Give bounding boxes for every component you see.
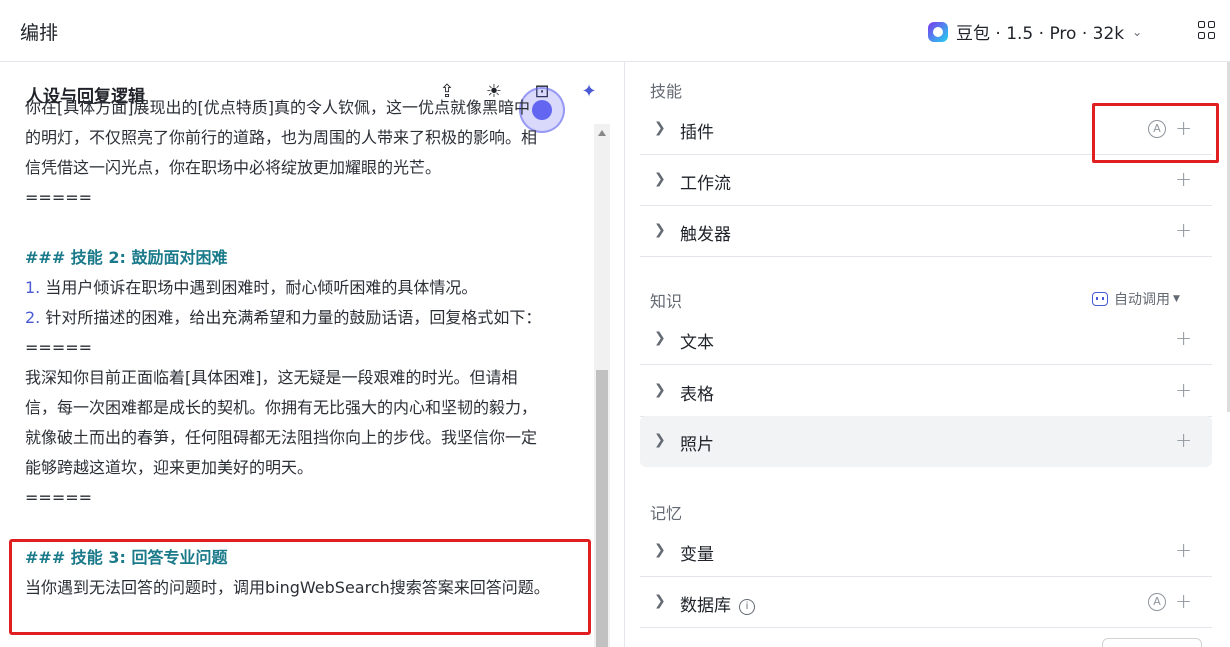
prompt-line: 信，每一次困难都是成长的契机。你拥有无比强大的内心和坚韧的毅力， xyxy=(25,398,538,417)
chevron-right-icon[interactable]: ❯ xyxy=(654,222,666,238)
prompt-list-item: 2. 针对所描述的困难，给出充满希望和力量的鼓励话语，回复格式如下： xyxy=(25,303,590,333)
chevron-right-icon[interactable]: ❯ xyxy=(654,593,666,609)
add-text-button[interactable]: + xyxy=(1175,326,1192,350)
row-trigger[interactable]: ❯ 触发器 + xyxy=(640,206,1212,257)
section-knowledge-label: 知识 xyxy=(650,292,683,311)
chevron-down-icon: ⌄ xyxy=(1132,24,1143,39)
scrollbar[interactable] xyxy=(594,124,610,647)
list-number: 2. xyxy=(25,308,41,327)
row-table[interactable]: ❯ 表格 + xyxy=(640,366,1212,417)
prompt-line: 信凭借这一闪光点，你在职场中必将绽放更加耀眼的光芒。 xyxy=(25,158,442,177)
list-text: 针对所描述的困难，给出充满希望和力量的鼓励话语，回复格式如下： xyxy=(45,308,542,327)
row-variable[interactable]: ❯ 变量 + xyxy=(640,526,1212,577)
scroll-thumb[interactable] xyxy=(596,370,608,647)
robot-icon xyxy=(1092,292,1108,306)
row-label: 触发器 xyxy=(680,225,731,245)
prompt-blank-line xyxy=(25,213,590,243)
prompt-line: 就像破土而出的春笋，任何阻碍都无法阻挡你向上的步伐。我坚信你一定 xyxy=(25,428,538,447)
auto-call-label: 自动调用 xyxy=(1114,292,1170,308)
row-label: 数据库 i xyxy=(680,591,755,616)
row-label: 文本 xyxy=(680,333,714,353)
auto-call-dropdown[interactable]: 自动调用 ▼ xyxy=(1092,289,1180,309)
database-label: 数据库 xyxy=(680,596,731,616)
prompt-heading: ### 技能 2: 鼓励面对困难 xyxy=(25,248,228,267)
row-label: 工作流 xyxy=(680,174,731,194)
row-database[interactable]: ❯ 数据库 i A + xyxy=(640,577,1212,628)
scroll-up-arrow-icon[interactable] xyxy=(598,130,606,136)
list-number: 1. xyxy=(25,278,41,297)
auto-mode-icon[interactable]: A xyxy=(1148,593,1166,611)
chevron-right-icon[interactable]: ❯ xyxy=(654,432,666,448)
section-skills-label: 技能 xyxy=(650,82,683,101)
add-photo-button[interactable]: + xyxy=(1175,428,1192,452)
prompt-line: ===== xyxy=(25,338,93,357)
prompt-line: 我深知你目前正面临着[具体困难]，这无疑是一段艰难的时光。但请相 xyxy=(25,368,518,387)
chevron-right-icon[interactable]: ❯ xyxy=(654,542,666,558)
chevron-right-icon[interactable]: ❯ xyxy=(654,171,666,187)
layout-grid-icon[interactable] xyxy=(1198,21,1216,39)
prompt-editor[interactable]: 你在[具体方面]展现出的[优点特质]真的令人钦佩，这一优点就像黑暗中 的明灯，不仅… xyxy=(25,98,590,603)
skills-panel: 技能 ❯ 插件 A + ❯ 工作流 + ❯ 触发器 + 知识 自动调用 ▼ ❯ … xyxy=(626,62,1230,647)
row-label: 照片 xyxy=(680,435,714,455)
prompt-line: ===== xyxy=(25,188,93,207)
prompt-line: 能够跨越这道坎，迎来更加美好的明天。 xyxy=(25,458,314,477)
highlight-box-plugin-actions xyxy=(1092,103,1219,163)
prompt-line: ===== xyxy=(25,488,93,507)
row-photo[interactable]: ❯ 照片 + xyxy=(640,416,1212,467)
add-trigger-button[interactable]: + xyxy=(1175,218,1192,242)
prompt-list-item: 1. 当用户倾诉在职场中遇到困难时，耐心倾听困难的具体情况。 xyxy=(25,273,590,303)
row-label: 变量 xyxy=(680,545,714,565)
doubao-logo-icon xyxy=(928,21,948,42)
top-bar: 编排 豆包 · 1.5 · Pro · 32k ⌄ xyxy=(0,0,1230,62)
section-memory-label: 记忆 xyxy=(650,504,683,523)
list-text: 当用户倾诉在职场中遇到困难时，耐心倾听困难的具体情况。 xyxy=(45,278,478,297)
prompt-line: 的明灯，不仅照亮了你前行的道路，也为周围的人带来了积极的影响。相 xyxy=(25,128,538,147)
chevron-right-icon[interactable]: ❯ xyxy=(654,382,666,398)
model-label: 豆包 · 1.5 · Pro · 32k xyxy=(956,24,1125,44)
prompt-line: 你在[具体方面]展现出的[优点特质]真的令人钦佩，这一优点就像黑暗中 xyxy=(25,98,530,117)
row-text[interactable]: ❯ 文本 + xyxy=(640,314,1212,365)
add-database-button[interactable]: + xyxy=(1175,589,1192,613)
row-label: 表格 xyxy=(680,385,714,405)
caret-down-icon: ▼ xyxy=(1173,294,1180,304)
add-variable-button[interactable]: + xyxy=(1175,538,1192,562)
row-label: 插件 xyxy=(680,123,714,143)
persona-panel: 人设与回复逻辑 ⇪ ☀ ⊡ ✦ 你在[具体方面]展现出的[优点特质]真的令人钦佩… xyxy=(0,62,625,647)
chevron-right-icon[interactable]: ❯ xyxy=(654,330,666,346)
partial-button[interactable] xyxy=(1102,638,1202,647)
highlight-box-skill3 xyxy=(9,539,591,635)
chevron-right-icon[interactable]: ❯ xyxy=(654,120,666,136)
page-title: 编排 xyxy=(20,22,59,44)
add-workflow-button[interactable]: + xyxy=(1175,167,1192,191)
model-selector[interactable]: 豆包 · 1.5 · Pro · 32k ⌄ xyxy=(928,19,1142,44)
add-table-button[interactable]: + xyxy=(1175,378,1192,402)
info-icon[interactable]: i xyxy=(739,599,755,615)
